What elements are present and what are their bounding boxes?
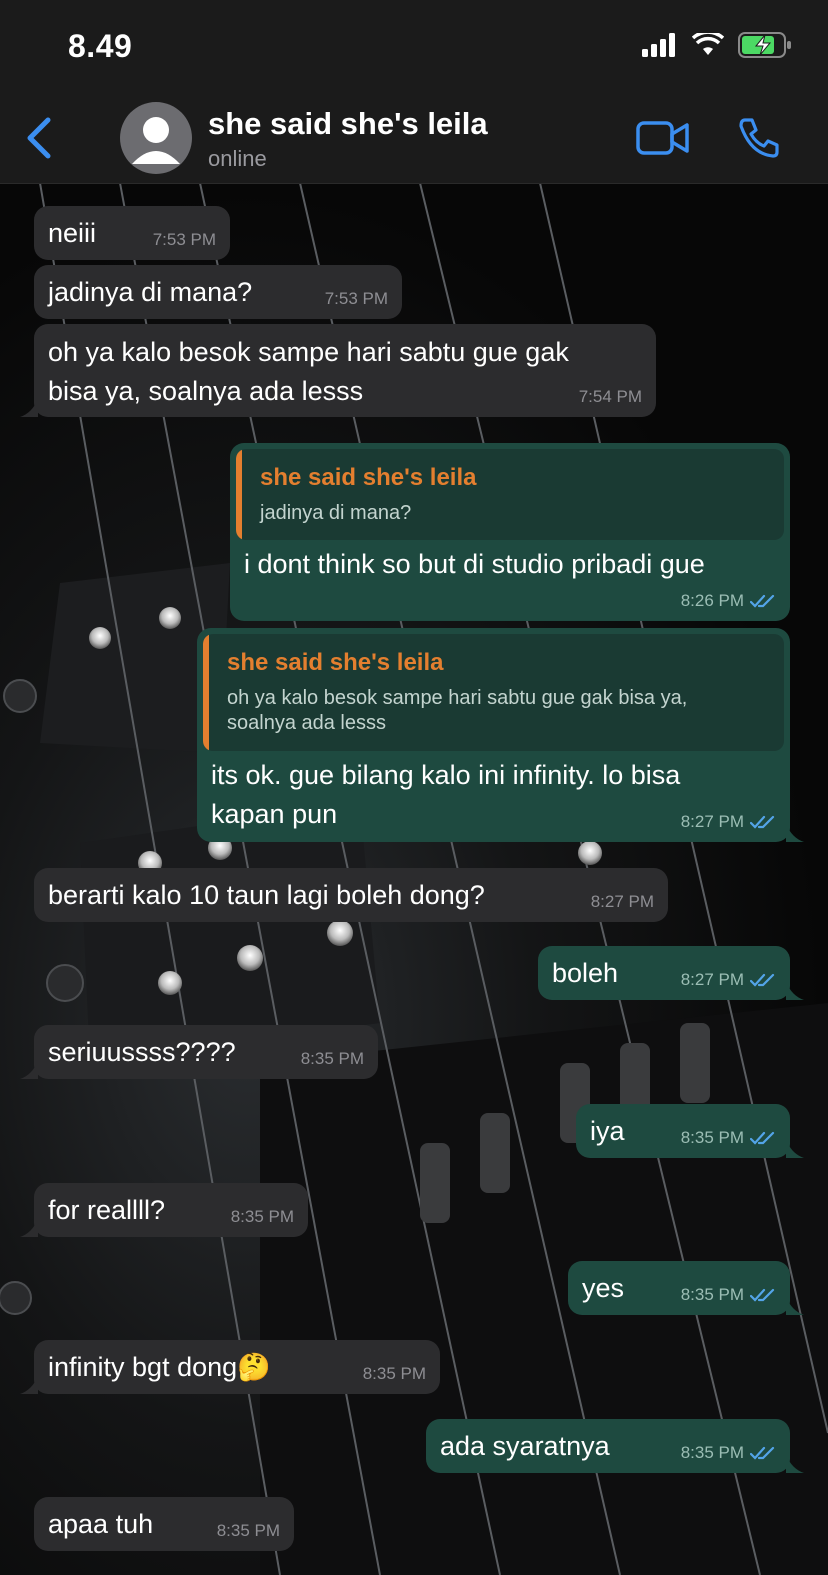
- message-outgoing[interactable]: she said she's leila oh ya kalo besok sa…: [197, 628, 804, 842]
- message-text-line: kapan pun: [211, 799, 338, 829]
- message-text: seriuussss????: [48, 1037, 236, 1067]
- message-incoming[interactable]: oh ya kalo besok sampe hari sabtu gue ga…: [20, 324, 656, 417]
- message-outgoing[interactable]: boleh 8:27 PM: [538, 946, 804, 1000]
- message-time: 8:27 PM: [590, 892, 654, 911]
- bubble-tail: [20, 1219, 38, 1237]
- message-time: 7:53 PM: [324, 289, 388, 308]
- message-text: yes: [582, 1273, 625, 1303]
- message-time: 8:35 PM: [300, 1049, 364, 1068]
- double-check-icon: [750, 1446, 775, 1460]
- double-check-icon: [750, 1131, 775, 1145]
- message-incoming[interactable]: neiii 7:53 PM: [34, 206, 230, 260]
- double-check-icon: [750, 1288, 775, 1302]
- message-incoming[interactable]: apaa tuh 8:35 PM: [34, 1497, 294, 1551]
- message-time: 8:35 PM: [680, 1443, 744, 1462]
- phone-icon[interactable]: [736, 116, 780, 160]
- quoted-text-line: soalnya ada lesss: [227, 712, 386, 734]
- message-time: 7:54 PM: [578, 387, 642, 406]
- message-text: ada syaratnya: [440, 1431, 610, 1461]
- message-time: 8:35 PM: [680, 1285, 744, 1304]
- bubble-tail: [786, 824, 804, 842]
- quoted-sender: she said she's leila: [227, 649, 444, 676]
- message-incoming[interactable]: berarti kalo 10 taun lagi boleh dong? 8:…: [34, 868, 668, 922]
- message-time: 8:27 PM: [680, 970, 744, 989]
- message-text: jadinya di mana?: [48, 277, 253, 307]
- quoted-text-line: oh ya kalo besok sampe hari sabtu gue ga…: [227, 687, 688, 709]
- video-camera-icon[interactable]: [636, 118, 690, 158]
- contact-status: online: [208, 146, 267, 171]
- quoted-sender: she said she's leila: [260, 464, 477, 491]
- message-text-line: oh ya kalo besok sampe hari sabtu gue ga…: [48, 337, 569, 367]
- message-text: boleh: [552, 958, 619, 988]
- message-incoming[interactable]: infinity bgt dong🤔 8:35 PM: [20, 1340, 440, 1394]
- bubble-tail: [20, 1376, 38, 1394]
- double-check-icon: [750, 815, 775, 829]
- quoted-message[interactable]: she said she's leila jadinya di mana?: [236, 449, 784, 540]
- double-check-icon: [750, 973, 775, 987]
- message-time: 8:35 PM: [362, 1364, 426, 1383]
- quoted-text: jadinya di mana?: [260, 502, 412, 524]
- message-text: infinity bgt dong🤔: [48, 1352, 271, 1382]
- battery-charging-icon: [738, 32, 791, 58]
- message-outgoing[interactable]: she said she's leila jadinya di mana? i …: [230, 443, 790, 621]
- bubble-tail: [786, 1455, 804, 1473]
- bubble-tail: [20, 399, 38, 417]
- message-time: 8:35 PM: [230, 1207, 294, 1226]
- double-check-icon: [750, 594, 775, 608]
- message-text: berarti kalo 10 taun lagi boleh dong?: [48, 880, 485, 910]
- bubble-tail: [786, 1140, 804, 1158]
- message-time: 7:53 PM: [152, 230, 216, 249]
- contact-name[interactable]: she said she's leila: [208, 106, 488, 142]
- message-incoming[interactable]: seriuussss???? 8:35 PM: [20, 1025, 378, 1079]
- message-outgoing[interactable]: yes 8:35 PM: [568, 1261, 804, 1315]
- bubble-tail: [20, 1061, 38, 1079]
- message-time: 8:27 PM: [680, 812, 744, 831]
- message-outgoing[interactable]: iya 8:35 PM: [576, 1104, 804, 1158]
- message-time: 8:26 PM: [680, 591, 744, 610]
- avatar[interactable]: [120, 102, 192, 174]
- bubble-tail: [786, 982, 804, 1000]
- message-time: 8:35 PM: [680, 1128, 744, 1147]
- chevron-left-icon[interactable]: [22, 114, 58, 162]
- message-text: apaa tuh: [48, 1509, 154, 1539]
- message-incoming[interactable]: jadinya di mana? 7:53 PM: [34, 265, 402, 319]
- bubble-tail: [786, 1297, 804, 1315]
- message-text: iya: [590, 1116, 625, 1146]
- person-icon: [132, 117, 180, 164]
- message-time: 8:35 PM: [216, 1521, 280, 1540]
- quoted-message[interactable]: she said she's leila oh ya kalo besok sa…: [203, 634, 784, 751]
- message-text: neiii: [48, 218, 97, 248]
- message-text-line: its ok. gue bilang kalo ini infinity. lo…: [211, 760, 681, 790]
- wifi-icon: [692, 33, 724, 55]
- status-bar: 8.49: [0, 0, 828, 96]
- chat-header: she said she's leila online: [0, 96, 828, 184]
- message-text-line: bisa ya, soalnya ada lesss: [48, 376, 364, 406]
- message-text: for reallll?: [48, 1195, 166, 1225]
- message-incoming[interactable]: for reallll? 8:35 PM: [20, 1183, 308, 1237]
- signal-icon: [642, 33, 675, 57]
- message-outgoing[interactable]: ada syaratnya 8:35 PM: [426, 1419, 804, 1473]
- message-text: i dont think so but di studio pribadi gu…: [244, 549, 705, 579]
- clock: 8.49: [68, 28, 133, 64]
